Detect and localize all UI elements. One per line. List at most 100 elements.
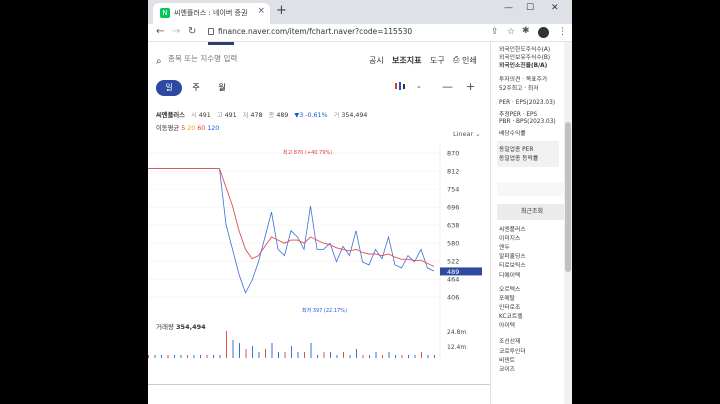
zoom-out-icon[interactable]: — <box>442 80 453 93</box>
recent-item[interactable]: KC코트렐 <box>499 311 523 320</box>
volume-bar <box>323 352 325 358</box>
browser-tab[interactable]: N 씨엔플러스 : 네이버 증권 × <box>153 3 270 24</box>
new-tab-button[interactable]: + <box>276 4 287 18</box>
volume-bar <box>362 355 364 358</box>
volume-tick-label: 12.4m <box>447 344 466 351</box>
minimize-icon[interactable]: — <box>504 3 513 13</box>
scale-dropdown[interactable]: Linear ⌄ <box>453 130 481 138</box>
recent-item[interactable]: 아이텍 <box>499 320 515 329</box>
volume-bar <box>180 355 182 358</box>
volume-bar <box>297 352 299 358</box>
recent-item[interactable]: 인터로조 <box>499 302 520 311</box>
menu-print[interactable]: 인쇄 <box>462 55 477 66</box>
period-day-button[interactable]: 일 <box>156 80 182 96</box>
volume-title: 거래량 354,494 <box>156 323 206 331</box>
volume-bar <box>154 355 156 358</box>
volume-bar <box>291 346 292 358</box>
recent-item[interactable]: 씨엔플러스 <box>499 224 526 233</box>
volume-bar <box>245 349 247 358</box>
chart-type-dropdown-icon[interactable]: ⌄ <box>416 82 422 90</box>
active-strip <box>208 42 234 45</box>
volume-bar <box>421 352 422 358</box>
volume-bar <box>408 355 409 358</box>
volume-bar <box>161 355 162 358</box>
high-annotation: 최고 870 (+40.79%) <box>283 149 332 156</box>
recent-view-header[interactable]: 최근조회 <box>497 204 567 220</box>
profile-avatar[interactable] <box>538 27 549 38</box>
scrollbar-thumb[interactable] <box>565 122 571 272</box>
volume-bar <box>167 355 169 358</box>
volume-bar <box>427 355 429 358</box>
side-sector-per: 동일업종 PER <box>499 147 534 153</box>
recent-item[interactable]: 엔두 <box>499 242 510 251</box>
period-month-button[interactable]: 월 <box>214 80 230 96</box>
recent-item[interactable]: 티로보틱스 <box>499 260 526 269</box>
menu-dots-icon[interactable]: ⋮ <box>558 27 567 37</box>
volume-bar <box>343 352 344 358</box>
ma-60: 60 <box>197 125 206 132</box>
price-summary: 씨엔플러스 시 491 고 491 저 478 종 489 ▼3 -0.61% … <box>156 110 371 119</box>
volume-tick-label: 24.8m <box>447 329 466 336</box>
volume-bar <box>187 355 188 358</box>
recent-item[interactable]: 조선선재 <box>499 336 520 345</box>
candle-chart-icon[interactable] <box>394 81 408 94</box>
volume-bar <box>317 355 318 358</box>
browser-window: N 씨엔플러스 : 네이버 증권 × + — ☐ ✕ ← → ↻ finance… <box>148 0 572 404</box>
recent-item[interactable]: 포메탈 <box>499 293 515 302</box>
volume-bar <box>148 355 149 358</box>
forward-icon[interactable]: → <box>172 26 180 37</box>
series-line <box>148 168 435 294</box>
search-input[interactable] <box>168 54 298 63</box>
menu-indicators[interactable]: 보조지표 <box>392 55 421 66</box>
volume-summary: 거 354,494 <box>333 112 368 119</box>
maximize-icon[interactable]: ☐ <box>526 3 534 13</box>
volume-bar <box>265 349 266 358</box>
volume-bar <box>193 355 195 358</box>
recent-item[interactable]: 코로투인더 <box>499 346 526 355</box>
volume-bar <box>310 343 312 358</box>
recent-item[interactable]: 이미지스 <box>499 233 520 242</box>
url-bar[interactable]: finance.naver.com/item/fchart.naver?code… <box>218 27 412 36</box>
zoom-in-icon[interactable]: + <box>466 80 475 93</box>
side-opinion: 투자의견 · 목표주가 <box>499 77 548 83</box>
close-window-icon[interactable]: ✕ <box>551 3 559 13</box>
menu-tools[interactable]: 도구 <box>430 55 445 66</box>
moving-average-legend[interactable]: 이동평균 5 20 60 120 <box>156 123 219 132</box>
price-change: ▼3 -0.61% <box>294 112 328 119</box>
page-scrollbar[interactable] <box>564 42 572 404</box>
recent-item[interactable]: 코이즈 <box>499 364 515 373</box>
tab-close-icon[interactable]: × <box>257 6 265 16</box>
back-icon[interactable]: ← <box>156 26 164 37</box>
print-icon[interactable]: ⎙ <box>453 55 459 65</box>
volume-bar <box>434 355 435 358</box>
bookmark-star-icon[interactable]: ☆ <box>507 27 515 37</box>
menu-disclosure[interactable]: 공시 <box>369 55 384 66</box>
volume-bar <box>200 355 201 358</box>
recent-item[interactable]: 비덴트 <box>499 355 515 364</box>
side-dividend: 배당수익률 <box>499 131 526 137</box>
side-pbr-bps: PBR · BPS(2023.03) <box>499 119 556 125</box>
tab-title: 씨엔플러스 : 네이버 증권 <box>174 9 248 17</box>
recent-item[interactable]: 알파홀딩스 <box>499 251 526 260</box>
ma-5: 5 <box>181 125 186 132</box>
volume-bar <box>401 355 403 358</box>
volume-bar <box>304 352 305 358</box>
y-tick-label: 580 <box>447 240 459 248</box>
period-week-button[interactable]: 주 <box>188 80 204 96</box>
recent-item[interactable]: 오르텍스 <box>499 284 520 293</box>
side-per-eps: PER · EPS(2023.03) <box>499 100 556 106</box>
y-tick-label: 406 <box>447 294 459 302</box>
volume-bar <box>232 340 234 358</box>
recent-item[interactable]: 디에이텍 <box>499 270 520 279</box>
volume-bar <box>252 346 253 358</box>
share-icon[interactable]: ⇪ <box>491 27 499 37</box>
y-tick-label: 638 <box>447 222 459 230</box>
low-price: 저 478 <box>242 112 263 119</box>
reload-icon[interactable]: ↻ <box>188 26 196 37</box>
y-tick-label: 696 <box>447 204 459 212</box>
side-foreign-ratio: 외국인소진율(B/A) <box>499 63 548 69</box>
search-icon[interactable]: ⌕ <box>156 56 162 67</box>
side-est-per: 추정PER · EPS <box>499 112 538 118</box>
volume-bar <box>206 355 208 358</box>
extension-icon[interactable]: ✱ <box>522 26 530 36</box>
